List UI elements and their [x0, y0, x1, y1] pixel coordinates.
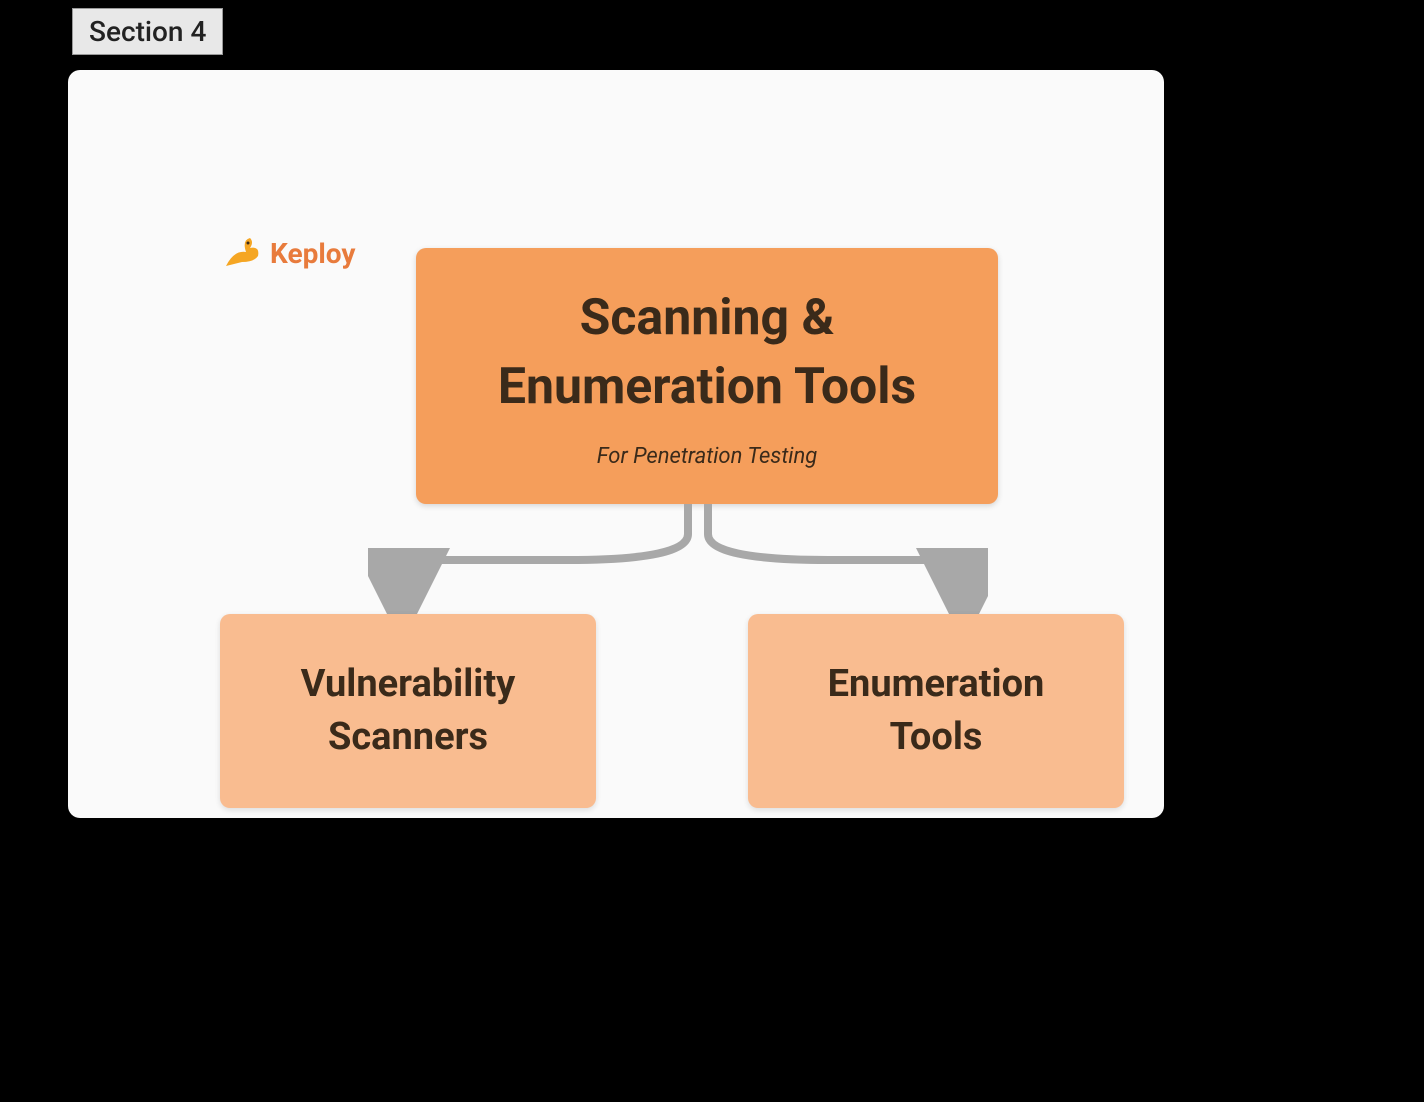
vulnerability-scanners-box: Vulnerability Scanners [220, 614, 596, 808]
right-line2: Tools [890, 715, 983, 759]
main-title: Scanning & Enumeration Tools [498, 284, 916, 422]
section-tab: Section 4 [72, 8, 223, 55]
main-topic-box: Scanning & Enumeration Tools For Penetra… [416, 248, 998, 504]
keploy-logo: Keploy [220, 232, 355, 274]
left-line1: Vulnerability [301, 662, 516, 706]
right-line1: Enumeration [828, 662, 1045, 706]
keploy-icon [220, 232, 262, 274]
main-subtitle: For Penetration Testing [597, 444, 818, 469]
main-title-line2: Enumeration Tools [498, 358, 916, 416]
enumeration-tools-box: Enumeration Tools [748, 614, 1124, 808]
section-label: Section 4 [89, 15, 206, 48]
branching-arrows [368, 504, 988, 614]
right-child-title: Enumeration Tools [828, 658, 1045, 764]
left-child-title: Vulnerability Scanners [301, 658, 516, 764]
main-title-line1: Scanning & [580, 289, 835, 347]
keploy-logo-text: Keploy [270, 237, 355, 270]
diagram-card: Keploy Scanning & Enumeration Tools For … [68, 70, 1164, 818]
left-line2: Scanners [328, 715, 488, 759]
